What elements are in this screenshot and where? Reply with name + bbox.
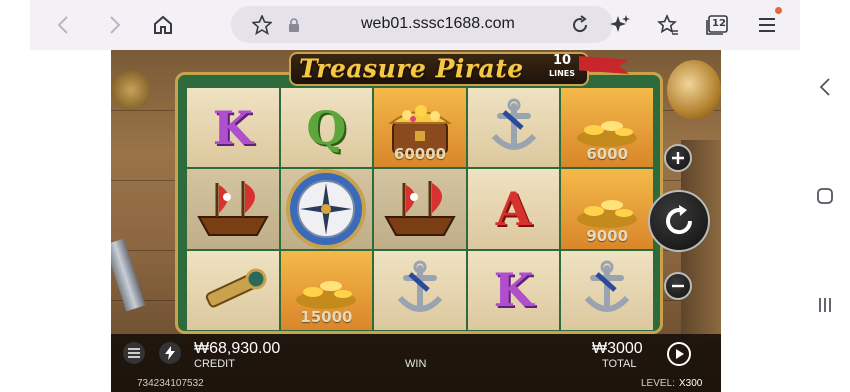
reload-icon[interactable] (565, 10, 595, 40)
reel-cell (187, 169, 279, 249)
session-id: 734234107532 (137, 378, 204, 389)
turbo-button[interactable] (159, 342, 181, 364)
pirate-ship-icon (197, 180, 269, 236)
reel-cell: 9000 (561, 169, 653, 249)
reel-cell (467, 88, 560, 168)
total-value: ₩3000 (592, 340, 643, 357)
reel-grid: K Q 60000 6000 A 9000 15000 K (187, 88, 653, 330)
menu-button[interactable] (123, 342, 145, 364)
increase-bet-button[interactable] (664, 144, 692, 172)
url-text: web01.sssc1688.com (361, 15, 515, 32)
total-label: TOTAL (602, 358, 637, 370)
game-viewport[interactable]: Treasure Pirate 10 LINES K Q 60000 6000 … (111, 50, 721, 392)
credit-label: CREDIT (194, 358, 235, 370)
tabs-icon[interactable]: 12 (702, 10, 732, 40)
reel-cell: K (187, 88, 279, 168)
symbol-k: K (212, 100, 253, 155)
symbol-value: 6000 (586, 145, 629, 164)
symbol-k: K (493, 263, 534, 318)
pirate-ship-icon (384, 180, 456, 236)
system-home-icon[interactable] (814, 185, 836, 207)
reel-cell: K (467, 250, 560, 330)
lock-icon (279, 10, 309, 40)
plus-icon (672, 152, 684, 164)
forward-icon[interactable] (100, 10, 130, 40)
symbol-value: 15000 (300, 308, 353, 326)
lines-badge: 10 LINES (545, 54, 579, 82)
notification-dot (775, 7, 782, 14)
gold-coins-icon (296, 281, 357, 310)
symbol-a: A (495, 181, 532, 236)
bookmark-star-icon[interactable] (247, 10, 277, 40)
lines-count: 10 (552, 53, 572, 68)
decrease-bet-button[interactable] (664, 272, 692, 300)
treasure-coin-decoration-icon (111, 70, 151, 110)
win-label: WIN (405, 358, 427, 370)
minus-icon (672, 284, 684, 288)
reel-cell (187, 250, 279, 330)
reel-cell: A (467, 169, 560, 249)
reel-cell (374, 250, 466, 330)
spyglass-icon (205, 268, 267, 308)
reel-cell: Q (280, 88, 373, 168)
status-bar: ₩68,930.00 CREDIT WIN ₩3000 TOTAL 734234… (111, 334, 721, 392)
reel-cell: 15000 (280, 250, 373, 330)
hamburger-icon (128, 348, 140, 358)
system-nav-bar (800, 0, 850, 392)
browser-toolbar: web01.sssc1688.com 12 (30, 0, 800, 50)
anchor-icon (491, 98, 536, 150)
anchor-icon (397, 260, 443, 313)
reel-cell: 6000 (561, 88, 653, 168)
sparkle-icon[interactable] (605, 10, 635, 40)
credit-value: ₩68,930.00 (194, 340, 281, 357)
autoplay-button[interactable] (667, 342, 691, 366)
anchor-icon (584, 260, 630, 313)
lightning-icon (165, 346, 175, 360)
reel-cell: 60000 (374, 88, 466, 168)
tab-count: 12 (712, 18, 726, 29)
reel-cell (561, 250, 653, 330)
back-icon[interactable] (48, 10, 78, 40)
symbol-value: 60000 (393, 145, 447, 164)
favorites-icon[interactable] (653, 10, 683, 40)
compass-icon (286, 169, 367, 249)
spin-button[interactable] (648, 190, 710, 252)
gold-coins-icon (577, 199, 638, 228)
symbol-q: Q (306, 100, 347, 155)
menu-icon[interactable] (752, 10, 782, 40)
spin-icon (666, 205, 693, 235)
home-icon[interactable] (148, 10, 178, 40)
level-value: X300 (679, 378, 703, 389)
level-label: LEVEL: (641, 378, 675, 389)
gold-coins-icon (577, 120, 638, 147)
url-bar[interactable]: web01.sssc1688.com (231, 6, 613, 43)
system-back-icon[interactable] (814, 76, 836, 98)
symbol-value: 9000 (586, 226, 629, 245)
reel-cell (280, 169, 373, 249)
reel-cell (374, 169, 466, 249)
system-recents-icon[interactable] (814, 294, 836, 316)
game-logo: Treasure Pirate (299, 54, 524, 83)
left-margin (0, 50, 111, 392)
lines-label: LINES (549, 69, 575, 78)
autoplay-icon (676, 349, 684, 359)
brass-lamp-decoration-icon (667, 60, 721, 120)
